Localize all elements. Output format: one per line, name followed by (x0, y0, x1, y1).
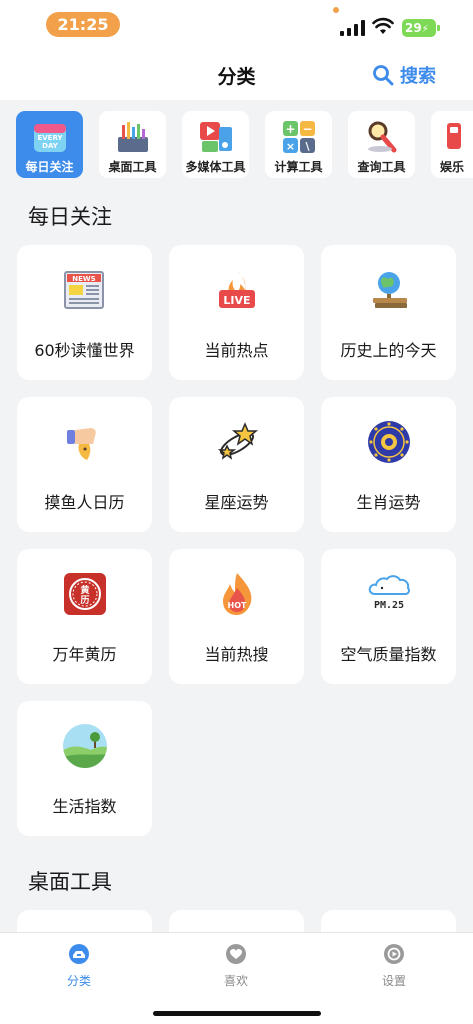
tab-desk-tools[interactable]: 桌面工具 (99, 111, 166, 178)
svg-text:−: − (302, 122, 312, 136)
charging-bolt-icon: ⚡ (421, 24, 429, 35)
multimedia-icon (200, 122, 232, 152)
zodiac-wheel-icon (368, 421, 410, 463)
card-label: 当前热搜 (204, 645, 269, 664)
svg-text:HOT: HOT (228, 601, 247, 610)
hot-flame-icon: HOT (223, 573, 252, 615)
card-label: 当前热点 (204, 341, 269, 360)
tab-label: 多媒体工具 (185, 160, 246, 174)
card-desk-tool-placeholder[interactable] (169, 910, 304, 932)
card-label: 生活指数 (52, 797, 117, 816)
svg-text:+: + (285, 122, 295, 136)
card-desk-tool-placeholder[interactable] (17, 910, 152, 932)
card-label: 历史上的今天 (340, 341, 437, 360)
header: 分类 搜索 (0, 50, 473, 100)
nav-category[interactable]: 分类 (39, 943, 119, 993)
pm25-cloud-icon: PM.25 (368, 575, 410, 611)
card-60s-world-news[interactable]: NEWS 60秒读懂世界 (17, 245, 152, 380)
nav-label: 设置 (381, 974, 406, 988)
tab-label: 每日关注 (25, 160, 74, 174)
home-indicator[interactable] (153, 1011, 321, 1016)
desk-tools-icon (118, 122, 148, 152)
tab-multimedia-tools[interactable]: 多媒体工具 (182, 111, 249, 178)
search-button[interactable]: 搜索 (372, 60, 436, 90)
fish-hand-icon (67, 428, 96, 460)
card-hot-search[interactable]: HOT 当前热搜 (169, 549, 304, 684)
nav-label: 分类 (66, 974, 91, 988)
battery-indicator: 29⚡ (402, 19, 436, 37)
battery-tip (437, 25, 440, 31)
card-horoscope[interactable]: 星座运势 (169, 397, 304, 532)
entertainment-icon (447, 123, 461, 149)
card-label: 星座运势 (204, 493, 269, 512)
svg-text:PM.25: PM.25 (374, 600, 404, 611)
card-current-hotspot[interactable]: LIVE 当前热点 (169, 245, 304, 380)
card-label: 60秒读懂世界 (34, 341, 135, 360)
svg-text:NEWS: NEWS (72, 275, 95, 283)
svg-text:DAY: DAY (42, 142, 59, 150)
tab-label: 计算工具 (274, 160, 323, 174)
svg-text:历: 历 (80, 595, 89, 606)
nav-label: 喜欢 (223, 974, 248, 988)
almanac-icon: 黄 历 (64, 573, 106, 615)
nav-settings[interactable]: 设置 (354, 943, 434, 993)
svg-text:LIVE: LIVE (223, 294, 250, 307)
tab-calculation-tools[interactable]: + − × \ 计算工具 (265, 111, 332, 178)
card-zodiac-fortune[interactable]: 生肖运势 (321, 397, 456, 532)
search-label: 搜索 (400, 66, 436, 87)
tab-label: 桌面工具 (108, 160, 157, 174)
newspaper-icon: NEWS (64, 271, 104, 309)
svg-text:×: × (286, 140, 295, 153)
card-air-quality[interactable]: PM.25 空气质量指数 (321, 549, 456, 684)
globe-books-icon (373, 272, 407, 308)
everyday-calendar-icon: EVERY DAY (34, 124, 66, 152)
battery-level: 29 (405, 21, 422, 35)
landscape-icon (63, 724, 107, 768)
nav-favorites[interactable]: 喜欢 (196, 943, 276, 993)
status-bar: 21:25 29⚡ (0, 0, 473, 50)
cellular-signal-icon (340, 20, 365, 36)
shooting-star-icon (217, 422, 259, 460)
tab-label: 查询工具 (357, 160, 406, 174)
live-fire-icon: LIVE (219, 270, 255, 308)
status-time[interactable]: 21:25 (46, 12, 120, 37)
section-title-daily-focus: 每日关注 (28, 205, 112, 229)
svg-text:EVERY: EVERY (37, 134, 63, 142)
magnifier-query-icon (368, 121, 397, 153)
wifi-icon (372, 17, 394, 34)
card-label: 万年黄历 (52, 645, 117, 664)
card-slacker-calendar[interactable]: 摸鱼人日历 (17, 397, 152, 532)
card-almanac[interactable]: 黄 历 万年黄历 (17, 549, 152, 684)
tab-label: 娱乐 (440, 160, 465, 174)
card-label: 摸鱼人日历 (44, 493, 125, 512)
svg-text:黄: 黄 (80, 584, 89, 596)
settings-icon (384, 944, 404, 964)
tab-daily-focus[interactable]: EVERY DAY 每日关注 (16, 111, 83, 178)
search-icon (373, 65, 394, 86)
card-label: 空气质量指数 (340, 645, 437, 664)
tab-entertainment[interactable]: 娱乐 (431, 111, 473, 178)
tab-query-tools[interactable]: 查询工具 (348, 111, 415, 178)
section-title-desk-tools: 桌面工具 (28, 870, 112, 894)
card-history-today[interactable]: 历史上的今天 (321, 245, 456, 380)
heart-icon (226, 944, 246, 964)
card-desk-tool-placeholder[interactable] (321, 910, 456, 932)
category-icon (69, 944, 89, 964)
card-life-index[interactable]: 生活指数 (17, 701, 152, 836)
category-tabs: EVERY DAY 每日关注 桌面工具 多媒体工具 + − × \ 计算工具 查… (0, 100, 473, 190)
privacy-dot-indicator (333, 7, 339, 13)
calculator-icon: + − × \ (283, 121, 315, 153)
card-label: 生肖运势 (356, 493, 421, 512)
